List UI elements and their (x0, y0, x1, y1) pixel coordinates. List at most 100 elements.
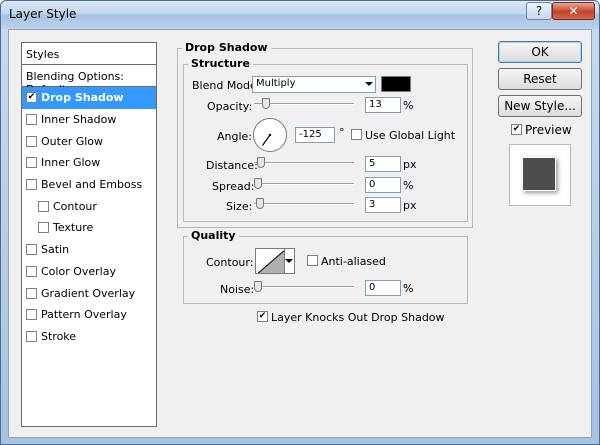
angle-dial[interactable] (253, 118, 287, 152)
style-item-checkbox[interactable] (26, 265, 37, 277)
style-item-label: Drop Shadow (41, 91, 124, 105)
layer-knocks-out-checkbox[interactable]: ✔ (257, 311, 268, 322)
style-item-label: Satin (41, 243, 70, 257)
help-button[interactable]: ? (526, 2, 552, 20)
style-item-stroke[interactable]: Stroke (22, 326, 156, 348)
style-item-texture[interactable]: Texture (22, 217, 156, 239)
style-items: ✔ Drop Shadow Inner Shadow Outer Glow Inner … (22, 87, 156, 347)
size-label: Size: (226, 200, 253, 213)
preview-checkbox[interactable]: ✔ (511, 124, 522, 135)
style-item-checkbox[interactable] (26, 135, 37, 147)
size-slider-track (254, 203, 354, 205)
style-item-checkbox[interactable]: ✔ (26, 92, 37, 104)
contour-curve-icon (257, 250, 284, 273)
spread-input[interactable]: 0 (365, 177, 401, 193)
style-item-checkbox[interactable] (38, 200, 49, 212)
style-item-inner-glow[interactable]: Inner Glow (22, 152, 156, 174)
styles-header[interactable]: Styles (22, 43, 156, 65)
preview-square (522, 157, 556, 191)
use-global-light-label: Use Global Light (365, 129, 456, 142)
blending-options-item[interactable]: Blending Options: Default (22, 65, 156, 96)
style-item-checkbox[interactable] (38, 222, 49, 234)
style-item-inner-shadow[interactable]: Inner Shadow (22, 109, 156, 131)
size-slider[interactable] (254, 197, 354, 211)
anti-aliased-label: Anti-aliased (321, 255, 386, 268)
opacity-slider[interactable] (254, 97, 354, 111)
style-item-label: Pattern Overlay (41, 308, 127, 322)
style-item-satin[interactable]: Satin (22, 239, 156, 261)
size-slider-thumb[interactable] (256, 198, 264, 209)
style-item-checkbox[interactable] (26, 157, 37, 169)
spread-label: Spread: (212, 180, 255, 193)
angle-input[interactable]: -125 (295, 127, 335, 143)
contour-picker[interactable] (255, 248, 285, 274)
blend-mode-select[interactable]: Multiply (252, 76, 376, 93)
style-item-color-overlay[interactable]: Color Overlay (22, 261, 156, 283)
style-item-label: Stroke (41, 329, 77, 343)
style-item-label: Gradient Overlay (41, 286, 136, 300)
style-item-bevel-and-emboss[interactable]: Bevel and Emboss (22, 174, 156, 196)
style-item-checkbox[interactable] (26, 309, 37, 321)
noise-slider-thumb[interactable] (254, 281, 262, 292)
style-item-gradient-overlay[interactable]: Gradient Overlay (22, 282, 156, 304)
drop-shadow-title: Drop Shadow (182, 41, 271, 54)
blend-mode-label: Blend Mode: (192, 79, 261, 92)
checkmark-icon: ✔ (258, 311, 267, 321)
style-item-checkbox[interactable] (26, 244, 37, 256)
shadow-color-swatch[interactable] (381, 76, 411, 92)
distance-slider-track (254, 162, 354, 164)
blend-mode-value: Multiply (256, 78, 296, 89)
chevron-down-icon (365, 82, 373, 86)
style-item-label: Outer Glow (41, 134, 104, 148)
quality-title: Quality (188, 229, 239, 242)
style-item-contour[interactable]: Contour (22, 195, 156, 217)
style-item-checkbox[interactable] (26, 287, 37, 299)
size-input[interactable]: 3 (365, 197, 401, 213)
checkmark-icon: ✔ (512, 124, 521, 134)
checkmark-icon: ✔ (27, 92, 36, 103)
window-title: Layer Style (9, 7, 77, 21)
noise-slider-track (254, 286, 354, 288)
style-item-label: Inner Shadow (41, 113, 117, 127)
angle-unit: ° (339, 126, 345, 139)
style-item-label: Bevel and Emboss (41, 178, 143, 192)
noise-label: Noise: (220, 283, 255, 296)
spread-slider[interactable] (254, 177, 354, 191)
style-item-drop-shadow[interactable]: ✔ Drop Shadow (22, 87, 156, 109)
ok-button[interactable]: OK (498, 41, 582, 63)
distance-unit: px (403, 158, 417, 171)
anti-aliased-checkbox[interactable] (307, 255, 318, 266)
distance-slider[interactable] (254, 156, 354, 170)
noise-unit: % (403, 282, 414, 295)
layer-knocks-out-label: Layer Knocks Out Drop Shadow (271, 311, 445, 324)
noise-input[interactable]: 0 (365, 280, 401, 296)
opacity-unit: % (403, 99, 414, 112)
distance-input[interactable]: 5 (365, 156, 401, 172)
style-item-label: Contour (53, 199, 97, 213)
style-item-label: Inner Glow (41, 156, 101, 170)
style-item-checkbox[interactable] (26, 114, 37, 126)
help-icon: ? (535, 4, 543, 18)
reset-button[interactable]: Reset (498, 68, 582, 90)
style-item-pattern-overlay[interactable]: Pattern Overlay (22, 304, 156, 326)
contour-label: Contour: (206, 256, 254, 269)
opacity-slider-thumb[interactable] (262, 98, 270, 109)
contour-dropdown[interactable] (285, 248, 295, 274)
spread-unit: % (403, 179, 414, 192)
opacity-label: Opacity: (207, 100, 253, 113)
title-bar[interactable]: Layer Style ? ✕ (1, 1, 599, 29)
close-button[interactable]: ✕ (552, 2, 595, 20)
spread-slider-thumb[interactable] (254, 178, 262, 189)
new-style-button[interactable]: New Style... (498, 95, 582, 117)
style-item-checkbox[interactable] (26, 179, 37, 191)
noise-slider[interactable] (254, 280, 354, 294)
style-item-checkbox[interactable] (26, 330, 37, 342)
style-item-outer-glow[interactable]: Outer Glow (22, 130, 156, 152)
close-icon: ✕ (568, 4, 579, 18)
opacity-input[interactable]: 13 (365, 97, 401, 113)
use-global-light-checkbox[interactable] (351, 129, 362, 140)
distance-slider-thumb[interactable] (257, 157, 265, 168)
style-item-label: Texture (53, 221, 94, 235)
chevron-down-icon (285, 259, 293, 263)
preview-thumbnail (509, 144, 571, 206)
